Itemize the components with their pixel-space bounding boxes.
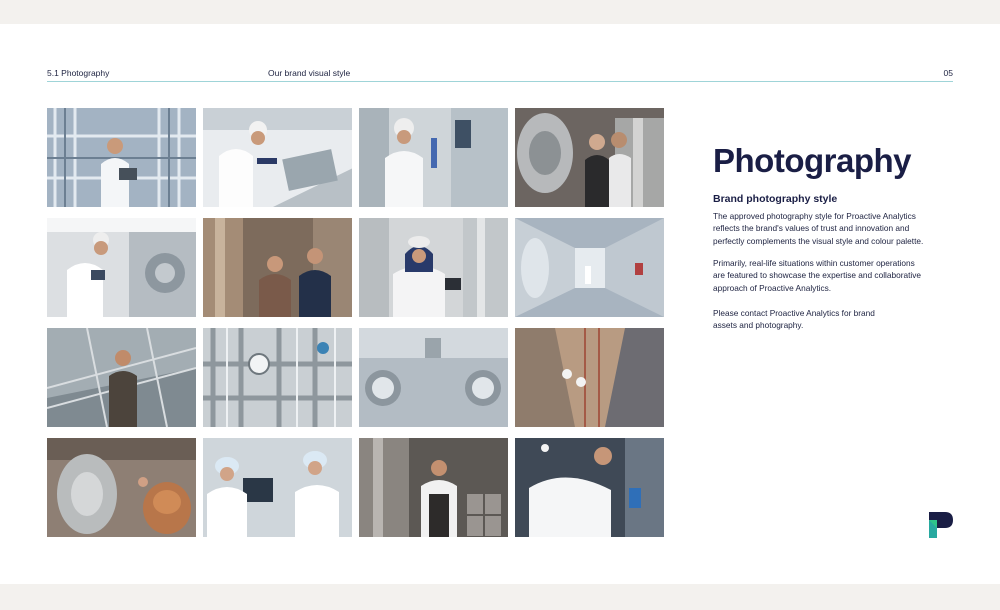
- photo-tank-outlets: [359, 328, 508, 427]
- text-line: perfectly complements the visual style a…: [713, 235, 924, 246]
- photo-tank-corridor: [515, 218, 664, 317]
- photo-woman-machinery: [47, 218, 196, 317]
- text-line: are featured to showcase the expertise a…: [713, 270, 922, 281]
- photo-brewery-discussion: [203, 218, 352, 317]
- photo-technician-tablet: [47, 108, 196, 207]
- text-line: assets and photography.: [713, 320, 804, 331]
- photo-copper-vessels: [47, 438, 196, 537]
- paragraph-approved-style: The approved photography style for Proac…: [713, 210, 953, 247]
- photo-brewer-kegs: [359, 438, 508, 537]
- page-title: Photography: [713, 142, 912, 179]
- text-line: reflects the brand's values of trust and…: [713, 223, 910, 234]
- text-line: Primarily, real-life situations within c…: [713, 258, 915, 268]
- brand-guidelines-page: 5.1 Photography Our brand visual style 0…: [0, 24, 1000, 584]
- photo-men-by-tanks: [515, 108, 664, 207]
- text-line: Please contact Proactive Analytics for b…: [713, 308, 875, 318]
- photo-women-hairnets: [203, 438, 352, 537]
- photo-woman-hijab-tablet: [359, 218, 508, 317]
- photo-touchscreen-operator: [359, 108, 508, 207]
- photo-aerial-workers: [515, 328, 664, 427]
- photo-grid: [47, 108, 664, 537]
- photo-control-panel: [203, 108, 352, 207]
- section-subheading: Brand photography style: [713, 193, 838, 205]
- photo-pipework-gauges: [203, 328, 352, 427]
- header-divider: [47, 81, 953, 82]
- section-label: 5.1 Photography: [47, 68, 110, 78]
- proactive-analytics-logo-icon: [923, 508, 957, 542]
- page-number: 05: [943, 68, 953, 78]
- section-subtitle: Our brand visual style: [268, 68, 351, 78]
- photo-technician-adjusting: [515, 438, 664, 537]
- text-line: approach of Proactive Analytics.: [713, 282, 832, 293]
- paragraph-contact: Please contact Proactive Analytics for b…: [713, 307, 953, 332]
- paragraph-real-life: Primarily, real-life situations within c…: [713, 257, 953, 294]
- photo-plant-stairway: [47, 328, 196, 427]
- text-line: The approved photography style for Proac…: [713, 211, 916, 221]
